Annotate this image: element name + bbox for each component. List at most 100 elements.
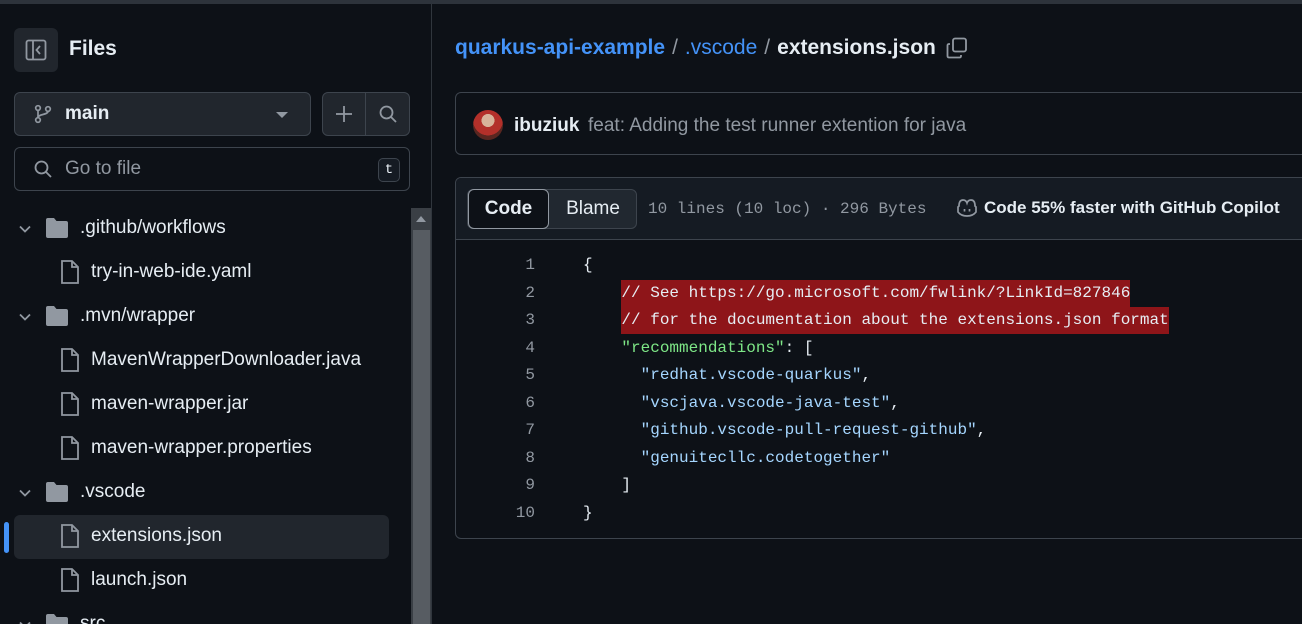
breadcrumb-repo-link[interactable]: quarkus-api-example bbox=[455, 36, 665, 60]
tree-folder[interactable]: .github/workflows bbox=[0, 208, 410, 248]
chevron-down-icon bbox=[19, 489, 31, 497]
copilot-promo-text: Code 55% faster with GitHub Copilot bbox=[984, 198, 1280, 217]
code-line: 10 } bbox=[456, 500, 1302, 527]
line-number[interactable]: 6 bbox=[456, 394, 535, 412]
file-icon bbox=[61, 436, 79, 460]
tree-item-label: try-in-web-ide.yaml bbox=[91, 261, 252, 282]
branch-selector[interactable]: main bbox=[14, 92, 311, 136]
scrollbar-thumb[interactable] bbox=[413, 230, 430, 624]
line-content: { bbox=[583, 256, 593, 274]
line-number[interactable]: 10 bbox=[456, 504, 535, 522]
avatar[interactable] bbox=[473, 110, 503, 140]
tree-file-selected[interactable]: extensions.json bbox=[0, 516, 410, 556]
folder-icon bbox=[46, 218, 68, 238]
line-number[interactable]: 2 bbox=[456, 284, 535, 302]
search-button[interactable] bbox=[366, 93, 409, 135]
tree-item-label: maven-wrapper.jar bbox=[91, 393, 249, 414]
tab-blame[interactable]: Blame bbox=[550, 190, 636, 228]
file-meta: 10 lines (10 loc) · 296 Bytes bbox=[648, 200, 927, 218]
line-number[interactable]: 9 bbox=[456, 476, 535, 494]
file-tree-sidebar: Files main Go to file t .github/workflow… bbox=[0, 4, 432, 624]
tree-item-label: MavenWrapperDownloader.java bbox=[91, 349, 362, 370]
breadcrumb-folder-link[interactable]: .vscode bbox=[685, 36, 757, 60]
tree-folder[interactable]: .mvn/wrapper bbox=[0, 296, 410, 336]
chevron-down-icon bbox=[276, 112, 288, 118]
breadcrumb: quarkus-api-example / .vscode / extensio… bbox=[455, 36, 968, 60]
chevron-down-icon bbox=[19, 225, 31, 233]
line-number[interactable]: 5 bbox=[456, 366, 535, 384]
line-number[interactable]: 8 bbox=[456, 449, 535, 467]
sidebar-collapse-icon bbox=[25, 39, 47, 61]
code-viewer: Code Blame 10 lines (10 loc) · 296 Bytes… bbox=[455, 177, 1302, 539]
code-viewer-header: Code Blame 10 lines (10 loc) · 296 Bytes… bbox=[456, 178, 1302, 240]
collapse-sidebar-button[interactable] bbox=[14, 28, 58, 72]
tree-file[interactable]: try-in-web-ide.yaml bbox=[0, 252, 410, 292]
json-punct: , bbox=[890, 393, 900, 412]
json-string: "redhat.vscode-quarkus" bbox=[640, 366, 862, 384]
git-branch-icon bbox=[34, 104, 52, 124]
tab-code[interactable]: Code bbox=[468, 189, 549, 229]
line-content: "github.vscode-pull-request-github", bbox=[583, 421, 987, 439]
line-content: "vscjava.vscode-java-test", bbox=[583, 394, 900, 412]
add-file-button[interactable] bbox=[323, 93, 367, 135]
commit-message[interactable]: feat: Adding the test runner extention f… bbox=[588, 115, 966, 137]
file-icon bbox=[61, 348, 79, 372]
folder-icon bbox=[46, 482, 68, 502]
json-string: "genuitecllc.codetogether" bbox=[640, 448, 891, 467]
json-string: "github.vscode-pull-request-github" bbox=[640, 421, 977, 439]
chevron-down-icon bbox=[19, 313, 31, 321]
file-icon bbox=[61, 568, 79, 592]
scroll-up-arrow-icon[interactable] bbox=[416, 216, 426, 222]
tree-file[interactable]: maven-wrapper.properties bbox=[0, 428, 410, 468]
tree-folder[interactable]: .vscode bbox=[0, 472, 410, 512]
code-line: 5 "redhat.vscode-quarkus", bbox=[456, 362, 1302, 389]
line-content: "recommendations": [ bbox=[583, 339, 813, 357]
code-line: 8 "genuitecllc.codetogether" bbox=[456, 445, 1302, 472]
line-number[interactable]: 4 bbox=[456, 339, 535, 357]
go-to-file-placeholder: Go to file bbox=[65, 158, 142, 179]
copilot-promo-link[interactable]: Code 55% faster with GitHub Copilot bbox=[956, 198, 1280, 218]
highlighted-comment: // for the documentation about the exten… bbox=[621, 307, 1169, 334]
tree-file[interactable]: launch.json bbox=[0, 560, 410, 600]
sidebar-title: Files bbox=[69, 37, 117, 60]
keyboard-shortcut-badge: t bbox=[378, 158, 400, 182]
line-content: "genuitecllc.codetogether" bbox=[583, 448, 891, 467]
line-number[interactable]: 1 bbox=[456, 256, 535, 274]
tree-item-label: maven-wrapper.properties bbox=[91, 437, 312, 458]
search-icon bbox=[379, 105, 397, 123]
chevron-down-icon bbox=[19, 621, 31, 624]
tree-item-label: .github/workflows bbox=[80, 217, 226, 238]
branch-name: main bbox=[65, 103, 110, 124]
copilot-icon bbox=[957, 199, 977, 217]
line-content: ] bbox=[583, 476, 632, 494]
copy-icon bbox=[946, 37, 967, 59]
file-icon bbox=[61, 392, 79, 416]
code-line: 3 // for the documentation about the ext… bbox=[456, 307, 1302, 334]
tree-item-label: .vscode bbox=[80, 481, 146, 502]
code-line: 6 "vscjava.vscode-java-test", bbox=[456, 390, 1302, 417]
tree-actions bbox=[322, 92, 410, 136]
tree-item-label: launch.json bbox=[91, 569, 188, 590]
json-punct: : [ bbox=[784, 338, 814, 357]
go-to-file-input[interactable]: Go to file t bbox=[14, 147, 410, 191]
tree-file[interactable]: MavenWrapperDownloader.java bbox=[0, 340, 410, 380]
tree-item-label: .mvn/wrapper bbox=[80, 305, 196, 326]
latest-commit-bar: ibuziuk feat: Adding the test runner ext… bbox=[455, 92, 1302, 155]
line-content: "redhat.vscode-quarkus", bbox=[583, 366, 871, 384]
tree-item-label: extensions.json bbox=[91, 525, 222, 546]
code-line: 7 "github.vscode-pull-request-github", bbox=[456, 417, 1302, 444]
folder-icon bbox=[46, 306, 68, 326]
commit-author[interactable]: ibuziuk bbox=[514, 115, 579, 137]
breadcrumb-current-file: extensions.json bbox=[777, 36, 936, 59]
view-mode-toggle: Code Blame bbox=[467, 189, 637, 229]
line-number[interactable]: 7 bbox=[456, 421, 535, 439]
copy-path-button[interactable] bbox=[946, 37, 968, 59]
line-content: } bbox=[583, 503, 593, 522]
json-key: "recommendations" bbox=[621, 338, 785, 357]
tree-folder[interactable]: src bbox=[0, 604, 410, 624]
file-icon bbox=[61, 524, 79, 548]
search-icon bbox=[34, 160, 52, 178]
tree-file[interactable]: maven-wrapper.jar bbox=[0, 384, 410, 424]
line-number[interactable]: 3 bbox=[456, 311, 535, 329]
json-string: "vscjava.vscode-java-test" bbox=[640, 393, 891, 412]
